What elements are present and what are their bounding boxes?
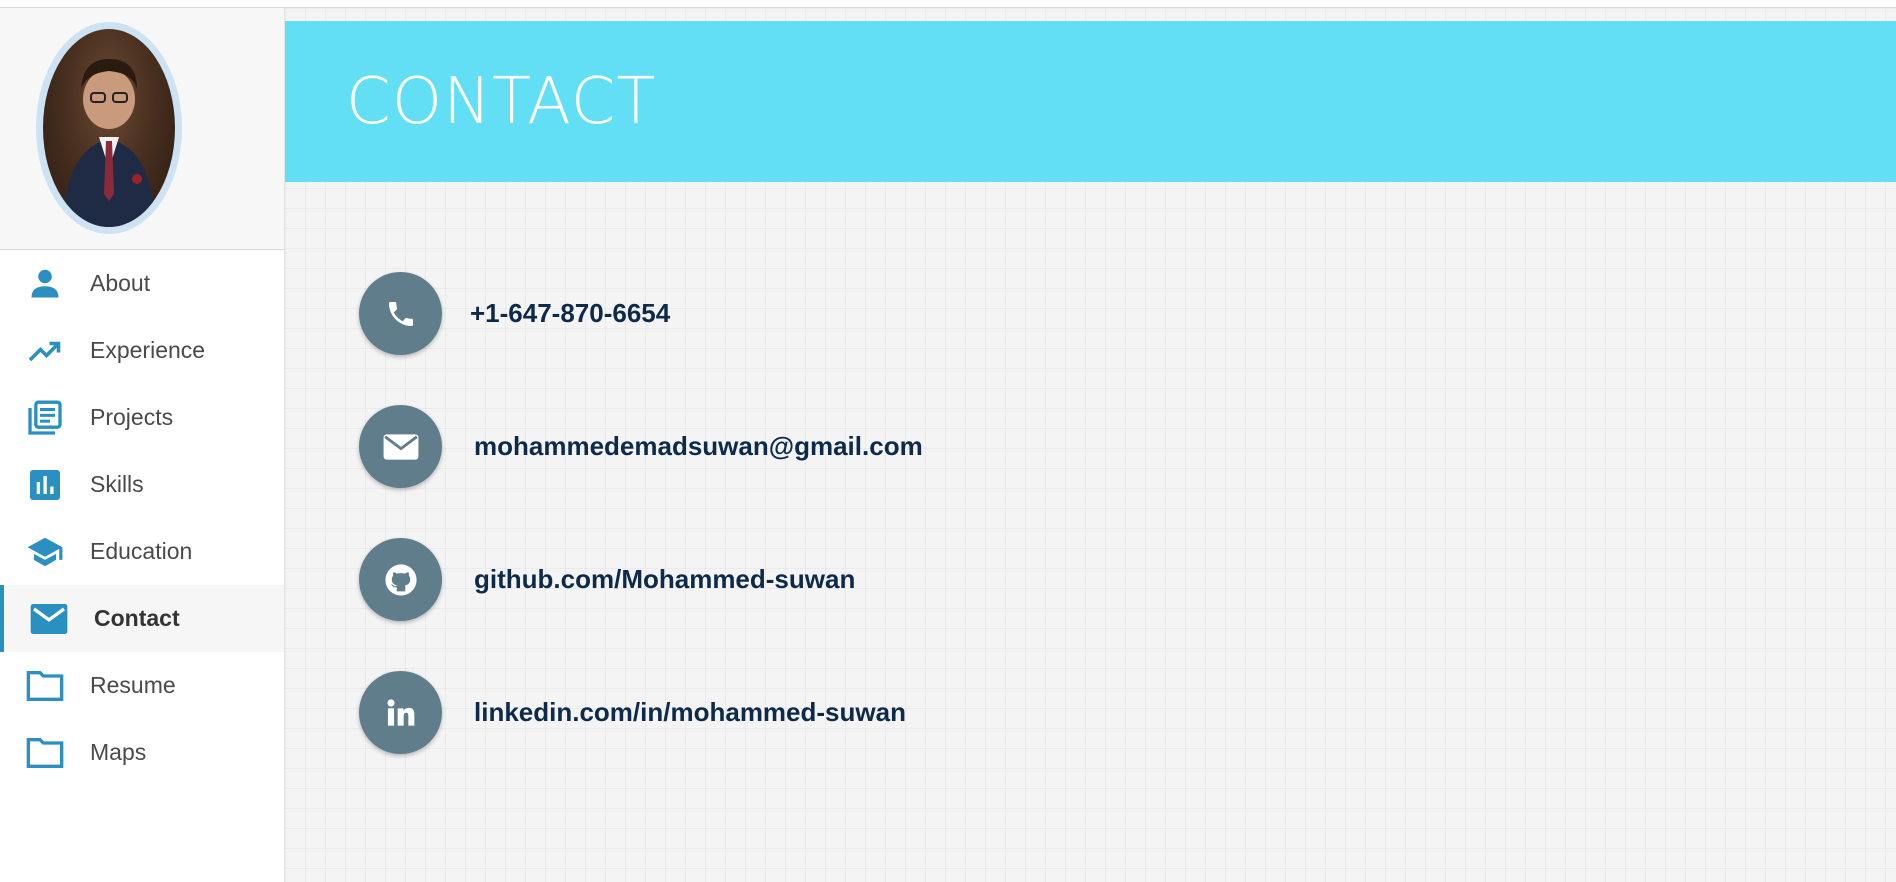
main-content: CONTACT +1-647-870-6654 mohammedemadsuwa… (285, 8, 1896, 882)
contact-github[interactable]: github.com/Mohammed-suwan (359, 538, 855, 621)
sidebar-item-projects[interactable]: Projects (0, 384, 284, 451)
sidebar-item-label: Education (90, 538, 193, 564)
page-header: CONTACT (285, 21, 1896, 182)
sidebar: About Experience Projects Skills Educati… (0, 8, 285, 882)
trending-up-icon (24, 330, 66, 372)
person-icon (24, 263, 66, 305)
sidebar-item-experience[interactable]: Experience (0, 317, 284, 384)
sidebar-item-maps[interactable]: Maps (0, 719, 284, 786)
sidebar-item-label: Resume (90, 672, 176, 698)
page-title: CONTACT (346, 65, 657, 139)
phone-icon (359, 272, 442, 355)
sidebar-item-label: Projects (90, 404, 174, 430)
profile-section (0, 8, 284, 250)
sidebar-item-contact[interactable]: Contact (0, 585, 284, 652)
contact-email[interactable]: mohammedemadsuwan@gmail.com (359, 405, 923, 488)
contact-phone[interactable]: +1-647-870-6654 (359, 272, 670, 355)
sidebar-item-label: Contact (94, 605, 180, 631)
linkedin-icon (359, 671, 442, 754)
sidebar-item-education[interactable]: Education (0, 518, 284, 585)
sidebar-item-label: About (90, 270, 151, 296)
github-icon (359, 538, 442, 621)
linkedin-link[interactable]: linkedin.com/in/mohammed-suwan (474, 697, 906, 728)
avatar (36, 22, 182, 234)
mail-icon (28, 598, 70, 640)
sidebar-item-resume[interactable]: Resume (0, 652, 284, 719)
sidebar-item-skills[interactable]: Skills (0, 451, 284, 518)
sidebar-item-label: Experience (90, 337, 206, 363)
graduation-cap-icon (24, 531, 66, 573)
sidebar-nav: About Experience Projects Skills Educati… (0, 250, 284, 786)
folder-icon (24, 665, 66, 707)
profile-photo (43, 29, 175, 227)
folder-icon (24, 732, 66, 774)
library-books-icon (24, 397, 66, 439)
sidebar-item-about[interactable]: About (0, 250, 284, 317)
bar-chart-icon (24, 464, 66, 506)
sidebar-item-label: Skills (90, 471, 144, 497)
phone-number[interactable]: +1-647-870-6654 (470, 298, 670, 329)
github-link[interactable]: github.com/Mohammed-suwan (474, 564, 855, 595)
email-address[interactable]: mohammedemadsuwan@gmail.com (474, 431, 923, 462)
envelope-icon (359, 405, 442, 488)
sidebar-item-label: Maps (90, 739, 147, 765)
contact-linkedin[interactable]: linkedin.com/in/mohammed-suwan (359, 671, 906, 754)
